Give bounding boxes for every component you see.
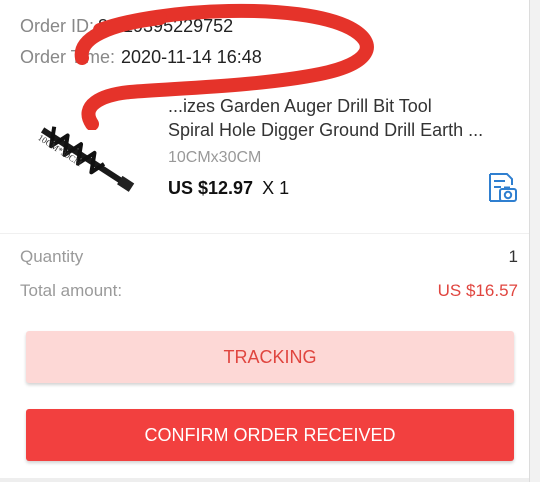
scroll-edge [529,0,540,482]
confirm-order-received-button[interactable]: CONFIRM ORDER RECEIVED [26,409,514,461]
product-image[interactable]: 10CM*30CM [24,108,144,208]
section-divider [0,233,530,234]
order-id-label: Order ID: [20,16,95,36]
order-id-value: 8...19395229752 [98,16,234,36]
order-time-value: 2020-11-14 16:48 [121,47,262,67]
quantity-label: Quantity [20,247,84,266]
quantity-value: 1 [508,247,518,266]
tracking-button[interactable]: TRACKING [26,331,514,383]
product-title-line-1: ...izes Garden Auger Drill Bit Tool [168,96,432,116]
total-amount-label: Total amount: [20,281,123,300]
price-row: US $12.97 X 1 [168,178,289,199]
order-time-label: Order Time: [20,47,116,67]
order-snapshot-icon[interactable] [485,171,519,205]
product-price: US $12.97 [168,178,254,198]
product-title-line-2: Spiral Hole Digger Ground Drill Earth ..… [168,120,484,140]
product-variant: 10CMx30CM [168,149,262,166]
bottom-divider [0,478,530,482]
order-time-row: Order Time: 2020-11-14 16:48 [20,47,262,68]
product-title[interactable]: ...izes Garden Auger Drill Bit Tool Spir… [168,94,518,142]
order-detail-page: Order ID: 8...19395229752 Order Time: 2020… [0,0,540,482]
order-id-row: Order ID: 8...19395229752 [20,16,233,37]
total-amount-value: US $16.57 [437,281,518,300]
product-quantity: X 1 [262,178,290,198]
